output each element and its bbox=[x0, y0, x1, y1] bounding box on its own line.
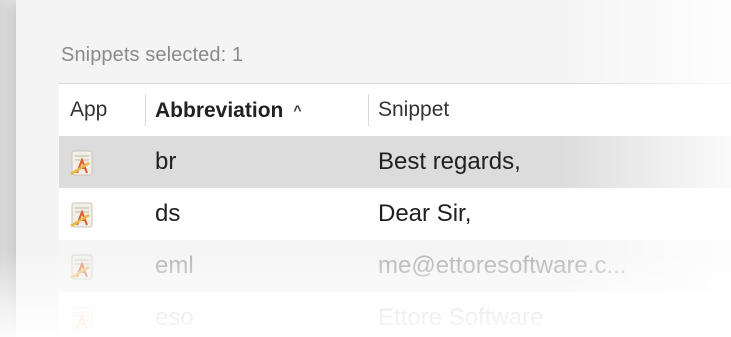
table-row[interactable]: eso Ettore Software bbox=[59, 292, 731, 337]
column-header-app[interactable]: App bbox=[70, 84, 107, 136]
abbreviation-cell: ds bbox=[155, 200, 181, 227]
table-header: App Abbreviation ^ Snippet bbox=[59, 83, 731, 137]
snippet-cell: me@ettoresoftware.c... bbox=[378, 252, 627, 279]
snippet-cell: Dear Sir, bbox=[378, 200, 472, 227]
abbreviation-cell: br bbox=[155, 148, 177, 175]
snippet-cell: Ettore Software bbox=[378, 304, 544, 331]
snippet-cell: Best regards, bbox=[378, 148, 521, 175]
column-header-snippet[interactable]: Snippet bbox=[378, 84, 449, 136]
text-edit-app-icon bbox=[70, 202, 93, 228]
text-edit-app-icon bbox=[70, 254, 93, 280]
table-row[interactable]: br Best regards, bbox=[59, 136, 731, 188]
snippets-selected-count: Snippets selected: 1 bbox=[61, 44, 244, 66]
snippets-table[interactable]: App Abbreviation ^ Snippet br Best regard… bbox=[59, 83, 731, 337]
table-row[interactable]: ds Dear Sir, bbox=[59, 188, 731, 240]
column-divider[interactable] bbox=[145, 94, 146, 126]
text-edit-app-icon bbox=[70, 306, 93, 332]
window: Snippets selected: 1 App Abbreviation ^ S… bbox=[0, 0, 731, 337]
chevron-up-icon: ^ bbox=[293, 102, 302, 118]
column-header-abbreviation[interactable]: Abbreviation ^ bbox=[155, 84, 302, 136]
abbreviation-cell: eml bbox=[155, 252, 194, 279]
column-header-abbreviation-label: Abbreviation bbox=[155, 99, 284, 122]
table-row[interactable]: eml me@ettoresoftware.c... bbox=[59, 240, 731, 292]
text-edit-app-icon bbox=[70, 150, 93, 176]
abbreviation-cell: eso bbox=[155, 304, 194, 331]
column-divider[interactable] bbox=[368, 94, 369, 126]
